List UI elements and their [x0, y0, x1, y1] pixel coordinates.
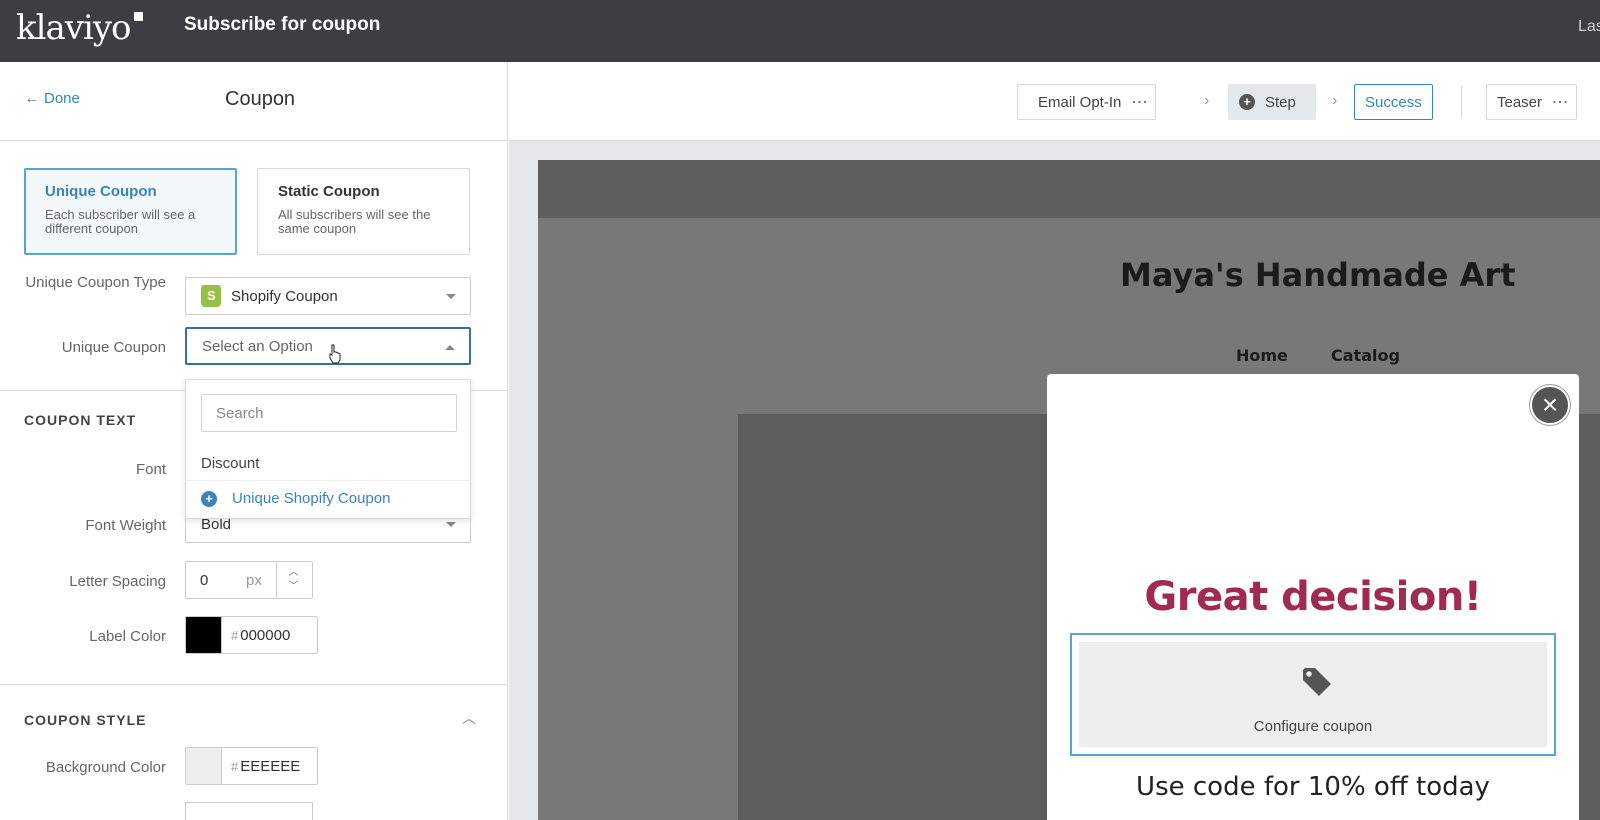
panel-title: Coupon — [225, 88, 296, 110]
form-title: Subscribe for coupon — [184, 14, 381, 35]
step-email-optin[interactable]: Email Opt-In ⋮ — [1017, 84, 1157, 120]
unique-coupon-option[interactable]: Unique Coupon Each subscriber will see a… — [24, 168, 237, 255]
section-divider — [0, 684, 507, 685]
coupon-block[interactable]: Configure coupon — [1070, 633, 1556, 756]
option-description: Each subscriber will see a different cou… — [45, 207, 196, 236]
add-step-button[interactable]: + Step — [1228, 84, 1316, 120]
label-color-input[interactable]: # 000000 — [185, 616, 318, 654]
select-placeholder: Select an Option — [202, 337, 313, 355]
item-label: Unique Shopify Coupon — [232, 490, 391, 507]
dropdown-item-unique-shopify-coupon[interactable]: + Unique Shopify Coupon — [201, 490, 390, 507]
font-weight-label: Font Weight — [85, 517, 166, 534]
step-label: Success — [1365, 93, 1422, 111]
input-value: 0 — [200, 571, 209, 589]
step-teaser[interactable]: Teaser ⋮ — [1486, 84, 1578, 120]
plus-circle-icon: + — [201, 490, 217, 507]
hash-symbol: # — [231, 758, 239, 774]
step-label: Step — [1265, 93, 1296, 111]
coupon-text-section-title: COUPON TEXT — [24, 412, 137, 428]
chevron-right-icon: › — [1332, 92, 1338, 109]
color-swatch[interactable] — [186, 617, 222, 653]
top-bar: klaviyo Subscribe for coupon Las — [0, 0, 1600, 62]
panel-header: ← Done Coupon — [0, 62, 507, 141]
unique-coupon-label: Unique Coupon — [61, 339, 166, 356]
more-options-icon[interactable]: ⋮ — [1551, 94, 1568, 110]
chevron-up-icon[interactable]: ︿ — [289, 566, 299, 580]
dropdown-search-input[interactable]: Search — [201, 394, 457, 432]
close-icon[interactable]: × — [1530, 385, 1570, 425]
klaviyo-logo[interactable]: klaviyo — [16, 8, 143, 48]
site-nav-catalog: Catalog — [1331, 346, 1400, 365]
dropdown-separator — [186, 480, 470, 481]
chevron-right-icon: › — [1204, 92, 1210, 109]
plus-circle-icon: + — [1239, 94, 1255, 110]
site-nav-home: Home — [1236, 346, 1288, 365]
chevron-up-icon — [445, 345, 455, 350]
tag-icon — [1303, 668, 1331, 696]
site-title: Maya's Handmade Art — [1120, 256, 1516, 294]
top-right-truncated[interactable]: Las — [1578, 18, 1600, 36]
done-back-link[interactable]: ← Done — [24, 90, 80, 108]
step-success[interactable]: Success — [1354, 84, 1433, 120]
color-swatch[interactable] — [186, 748, 222, 784]
more-options-icon[interactable]: ⋮ — [1130, 94, 1147, 110]
option-description: All subscribers will see the same coupon — [278, 207, 431, 236]
stepper[interactable]: ︿ ﹀ — [276, 562, 310, 598]
coupon-inner: Configure coupon — [1079, 642, 1547, 747]
vertical-divider — [1461, 86, 1462, 118]
select-value: Shopify Coupon — [231, 287, 338, 305]
done-label: Done — [44, 90, 80, 107]
letter-spacing-input[interactable]: 0 px ︿ ﹀ — [185, 561, 313, 599]
next-input-partial[interactable] — [185, 802, 313, 820]
arrow-left-icon: ← — [24, 90, 40, 107]
chevron-down-icon[interactable]: ﹀ — [289, 580, 299, 594]
step-label: Teaser — [1497, 93, 1543, 111]
logo-flag-icon — [133, 12, 143, 21]
background-color-label: Background Color — [45, 759, 166, 776]
logo-text: klaviyo — [16, 8, 132, 48]
static-coupon-option[interactable]: Static Coupon All subscribers will see t… — [257, 168, 470, 255]
unique-coupon-type-label: Unique Coupon Type — [25, 274, 166, 291]
step-label: Email Opt-In — [1038, 93, 1122, 111]
popup-headline[interactable]: Great decision! — [1047, 574, 1579, 620]
option-title: Static Coupon — [278, 183, 380, 200]
search-placeholder: Search — [216, 404, 264, 422]
background-color-input[interactable]: # EEEEEE — [185, 747, 318, 785]
chevron-down-icon — [446, 522, 456, 527]
popup-footer-text[interactable]: Use code for 10% off today — [1047, 772, 1579, 802]
unique-coupon-dropdown-menu: Search Discount + Unique Shopify Coupon — [185, 379, 471, 519]
preview-top-strip — [538, 160, 1600, 218]
dropdown-group-label: Discount — [201, 455, 260, 472]
hash-symbol: # — [231, 627, 239, 643]
unique-coupon-type-select[interactable]: Shopify Coupon — [185, 277, 471, 315]
label-color-label: Label Color — [89, 628, 166, 645]
success-popup: × Great decision! Configure coupon Use c… — [1047, 374, 1579, 820]
collapse-chevron-up-icon[interactable]: ︿ — [462, 708, 476, 728]
hex-value: EEEEEE — [240, 757, 301, 775]
chevron-down-icon — [446, 294, 456, 299]
letter-spacing-label: Letter Spacing — [69, 573, 166, 590]
hand-pointer-icon — [329, 344, 341, 364]
step-navigation-bar: Email Opt-In ⋮ › + Step › Success Teaser… — [509, 62, 1600, 141]
unit-label: px — [246, 571, 262, 589]
option-title: Unique Coupon — [45, 183, 157, 200]
coupon-placeholder-label: Configure coupon — [1253, 718, 1373, 735]
shopify-icon — [201, 285, 221, 307]
coupon-style-section-title: COUPON STYLE — [24, 712, 147, 728]
hex-value: 000000 — [240, 626, 291, 644]
font-label: Font — [135, 461, 166, 478]
